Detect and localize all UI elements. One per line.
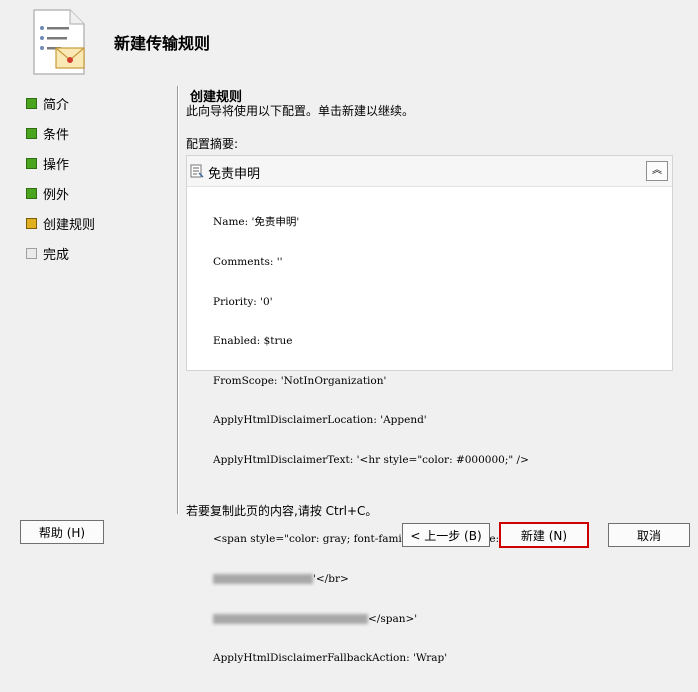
summary-line: Name: '免责申明' (213, 216, 300, 229)
step-actions: 操作 (26, 148, 176, 178)
copy-hint: 若要复制此页的内容,请按 Ctrl+C。 (186, 504, 378, 518)
divider (177, 86, 178, 514)
collapse-button[interactable]: ︽ (646, 161, 668, 181)
document-envelope-icon (33, 9, 85, 75)
step-conditions: 条件 (26, 118, 176, 148)
back-button[interactable]: < 上一步 (B) (402, 523, 490, 547)
wizard-title: 新建传输规则 (114, 34, 211, 53)
summary-line: ApplyHtmlDisclaimerText: '<hr style="col… (213, 454, 529, 467)
step-finish: 完成 (26, 238, 176, 268)
summary-line-redacted: </span>' (213, 613, 668, 626)
step-label: 条件 (43, 127, 70, 143)
wizard-header: 新建传输规则 (0, 0, 698, 82)
step-label: 创建规则 (43, 217, 96, 233)
summary-line: Priority: '0' (213, 295, 273, 308)
configuration-summary[interactable]: 免责申明 ︽ Name: '免责申明' Comments: '' Priorit… (186, 155, 673, 664)
step-intro: 简介 (26, 88, 176, 118)
step-label: 操作 (43, 157, 70, 173)
page-description: 此向导将使用以下配置。单击新建以继续。 (186, 104, 415, 118)
summary-line: Enabled: $true (213, 335, 293, 348)
step-label: 例外 (43, 187, 70, 203)
step-done-icon (26, 187, 37, 199)
chevron-up-icon: ︽ (652, 165, 662, 176)
redacted-block (213, 613, 368, 624)
step-exceptions: 例外 (26, 178, 176, 208)
help-button[interactable]: 帮助 (H) (20, 520, 104, 544)
task-icon (190, 164, 204, 178)
summary-label: 配置摘要: (186, 137, 239, 151)
summary-line: ApplyHtmlDisclaimerLocation: 'Append' (213, 414, 427, 427)
step-label: 简介 (43, 97, 70, 113)
summary-line: FromScope: 'NotInOrganization' (213, 374, 387, 387)
step-done-icon (26, 157, 37, 169)
wizard-steps: 简介 条件 操作 例外 创建规则 完成 (26, 88, 176, 268)
summary-line-redacted: '</br> (213, 573, 668, 586)
summary-line: Comments: '' (213, 256, 283, 269)
step-create-rule: 创建规则 (26, 208, 176, 238)
summary-line: ApplyHtmlDisclaimerFallbackAction: 'Wrap… (213, 652, 448, 665)
step-pending-icon (26, 247, 37, 259)
summary-text: Name: '免责申明' Comments: '' Priority: '0' … (213, 190, 668, 692)
step-label: 完成 (43, 247, 70, 263)
cancel-button[interactable]: 取消 (608, 523, 690, 547)
step-current-icon (26, 217, 37, 229)
summary-header: 免责申明 ︽ (187, 156, 672, 187)
step-done-icon (26, 97, 37, 109)
step-done-icon (26, 127, 37, 139)
redacted-block (213, 573, 313, 584)
summary-name: 免责申明 (208, 167, 261, 182)
new-button[interactable]: 新建 (N) (499, 522, 589, 548)
